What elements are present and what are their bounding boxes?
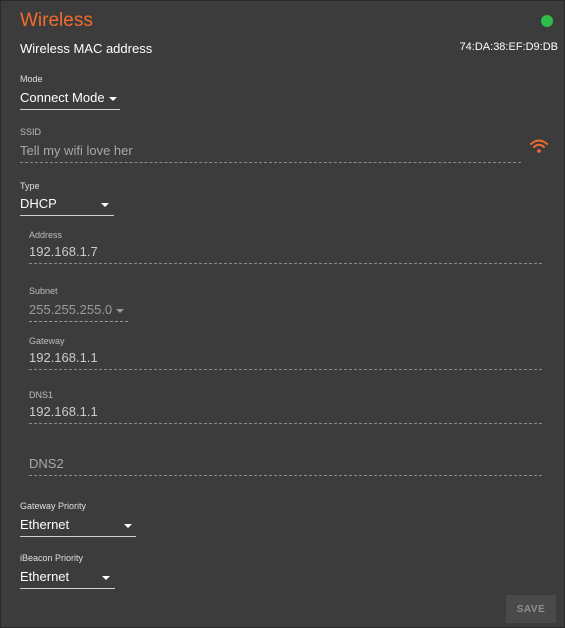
mac-address-value: 74:DA:38:EF:D9:DB [459,41,558,53]
type-select-value: DHCP [20,196,57,211]
ibeacon-priority-label: iBeacon Priority [20,553,84,563]
chevron-down-icon [102,576,110,580]
dns2-placeholder: DNS2 [29,456,64,471]
ssid-input-value: Tell my wifi love her [20,143,133,158]
ibeacon-priority-value: Ethernet [20,569,70,584]
wifi-icon[interactable] [530,138,548,154]
wireless-panel: Wireless Wireless MAC address 74:DA:38:E… [0,0,565,628]
subnet-label: Subnet [29,286,58,296]
panel-title: Wireless [20,10,93,31]
gateway-input-value: 192.168.1.1 [29,350,98,365]
chevron-down-icon [109,97,117,101]
gateway-priority-label: Gateway Priority [20,501,87,511]
gateway-priority-value: Ethernet [20,517,70,532]
type-label: Type [20,181,40,191]
address-input-value: 192.168.1.7 [29,244,98,259]
address-input[interactable]: 192.168.1.7 [29,244,542,264]
gateway-label: Gateway [29,336,65,346]
ibeacon-priority-select[interactable]: Ethernet [20,569,115,589]
ssid-label: SSID [20,127,42,137]
chevron-down-icon [101,203,109,207]
subnet-select-value: 255.255.255.0 [29,302,113,317]
dns1-input[interactable]: 192.168.1.1 [29,404,542,424]
gateway-priority-select[interactable]: Ethernet [20,517,136,537]
chevron-down-icon [116,309,124,313]
mac-address-label: Wireless MAC address [20,41,153,56]
address-label: Address [29,230,63,240]
ssid-input[interactable]: Tell my wifi love her [20,143,521,163]
gateway-input[interactable]: 192.168.1.1 [29,350,542,370]
save-button[interactable]: SAVE [506,595,556,623]
mode-select[interactable]: Connect Mode [20,90,120,110]
subnet-select[interactable]: 255.255.255.0 [29,302,128,322]
dns1-input-value: 192.168.1.1 [29,404,98,419]
mode-select-value: Connect Mode [20,90,105,105]
dns1-label: DNS1 [29,390,54,400]
connection-status-indicator [541,15,553,27]
chevron-down-icon [124,524,132,528]
dns2-input[interactable]: DNS2 [29,456,542,476]
mode-label: Mode [20,74,43,84]
type-select[interactable]: DHCP [20,196,114,216]
